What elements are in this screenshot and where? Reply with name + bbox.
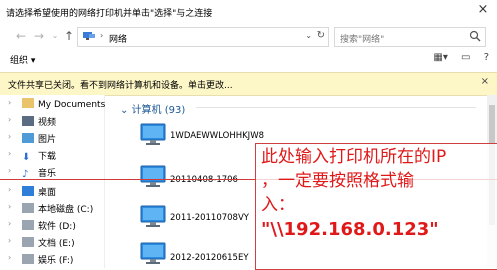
drive-icon [22,203,34,213]
recent-locations-chevron-icon[interactable]: ⌄ [48,29,62,43]
sidebar-item-pictures[interactable]: › 图片 [8,132,57,148]
computer-icon [140,205,166,227]
expand-chevron-icon[interactable]: › [8,185,11,194]
computer-icon [140,123,166,145]
forward-button[interactable]: → [32,29,46,43]
group-header-computers[interactable]: ⌄ 计算机 (93) [120,101,185,116]
video-icon [22,116,34,126]
annotation-line-1: 此处输入打印机所在的IP [261,147,447,167]
sidebar-item-label: 下载 [38,152,57,162]
expand-chevron-icon[interactable]: › [8,149,11,158]
picture-icon [22,133,34,143]
expand-chevron-icon[interactable]: › [8,115,11,124]
view-controls: ▦▾ ▭ ? [423,52,489,63]
search-box[interactable]: 搜索"网络" [334,27,486,47]
group-divider [196,107,476,108]
computer-name: 1WDAEWWLOHHKJW8 [170,131,265,141]
navigation-pane: › My Documents › 视频 › 图片 › ⬇ 下载 › ♪ 音乐 › 桌… [0,95,105,268]
title-bar: 请选择希望使用的网络打印机并单击"选择"与之连接 × [0,0,497,24]
sidebar-item-desktop[interactable]: › 桌面 [8,185,57,201]
organize-menu[interactable]: 组织 ▾ [10,53,35,66]
sidebar-item-label: My Documents [38,100,106,110]
annotation-callout: 此处输入打印机所在的IP ，一定要按照格式输 入： "\\192.168.0.1… [255,143,497,270]
sidebar-item-downloads[interactable]: › ⬇ 下载 [8,149,57,165]
drive-icon [22,237,34,247]
sidebar-item-label: 图片 [38,135,57,145]
group-header-label: 计算机 (93) [131,105,186,116]
collapse-chevron-icon[interactable]: ⌄ [120,105,132,116]
refresh-icon[interactable]: ↻ [317,30,325,41]
expand-chevron-icon[interactable]: › [8,253,11,262]
computer-icon [140,165,166,187]
sidebar-item-drive-c[interactable]: › 本地磁盘 (C:) [8,202,94,218]
infobar-close-button[interactable]: × [481,76,489,87]
navigation-bar: ← → ⌄ ↑ › 网络 ⌄ ↻ 搜索"网络" [0,24,497,48]
sidebar-item-drive-d[interactable]: › 软件 (D:) [8,219,76,235]
computer-icon [140,242,166,264]
expand-chevron-icon[interactable]: › [8,98,11,107]
sidebar-item-label: 本地磁盘 (C:) [38,205,94,215]
sidebar-item-drive-f[interactable]: › 娱乐 (F:) [8,253,74,269]
breadcrumb-network[interactable]: 网络 [109,32,127,45]
computer-name: 2012-20120615EY [170,253,249,263]
sidebar-item-label: 文档 (E:) [38,239,75,249]
breadcrumb-separator-icon: › [100,31,104,40]
up-button[interactable]: ↑ [62,29,76,43]
download-icon: ⬇ [22,152,31,163]
expand-chevron-icon[interactable]: › [8,166,11,175]
drive-icon [22,254,34,264]
preview-pane-icon[interactable]: ▭ [461,52,470,63]
search-placeholder: 搜索"网络" [340,35,385,45]
view-options-icon[interactable]: ▦▾ [433,52,447,63]
network-printer-dialog: 请选择希望使用的网络打印机并单击"选择"与之连接 × ← → ⌄ ↑ › 网络 … [0,0,497,270]
computer-name: 2011-20110708VY [170,213,249,223]
sidebar-item-videos[interactable]: › 视频 [8,115,57,131]
expand-chevron-icon[interactable]: › [8,219,11,228]
help-icon[interactable]: ? [484,52,489,63]
command-bar: 组织 ▾ ▦▾ ▭ ? [0,48,497,70]
sidebar-item-label: 软件 (D:) [38,222,76,232]
address-dropdown-icon[interactable]: ⌄ [305,31,312,40]
sidebar-item-my-documents[interactable]: › My Documents [8,98,106,114]
sharing-off-infobar[interactable]: 文件共享已关闭。看不到网络计算机和设备。单击更改... × [0,72,497,96]
annotation-line-3: 入： [261,195,295,215]
desktop-icon [22,186,34,196]
close-button[interactable]: × [475,2,491,18]
expand-chevron-icon[interactable]: › [8,132,11,141]
address-bar[interactable]: › 网络 ⌄ ↻ [77,27,329,47]
computer-name: 20110408-1706 [170,175,238,185]
sidebar-item-label: 视频 [38,118,57,128]
annotation-ip-example: "\\192.168.0.123" [261,219,439,240]
infobar-text: 文件共享已关闭。看不到网络计算机和设备。单击更改... [8,81,233,91]
sidebar-item-label: 音乐 [38,169,57,179]
annotation-line-2: ，一定要按照格式输 [261,171,414,191]
drive-icon [22,220,34,230]
expand-chevron-icon[interactable]: › [8,202,11,211]
sidebar-item-label: 桌面 [38,188,57,198]
back-button[interactable]: ← [14,29,28,43]
folder-icon [22,98,34,108]
dialog-title: 请选择希望使用的网络打印机并单击"选择"与之连接 [6,9,213,19]
sidebar-item-label: 娱乐 (F:) [38,256,74,266]
expand-chevron-icon[interactable]: › [8,236,11,245]
network-icon [83,32,95,40]
search-icon [469,30,481,42]
sidebar-item-drive-e[interactable]: › 文档 (E:) [8,236,75,252]
